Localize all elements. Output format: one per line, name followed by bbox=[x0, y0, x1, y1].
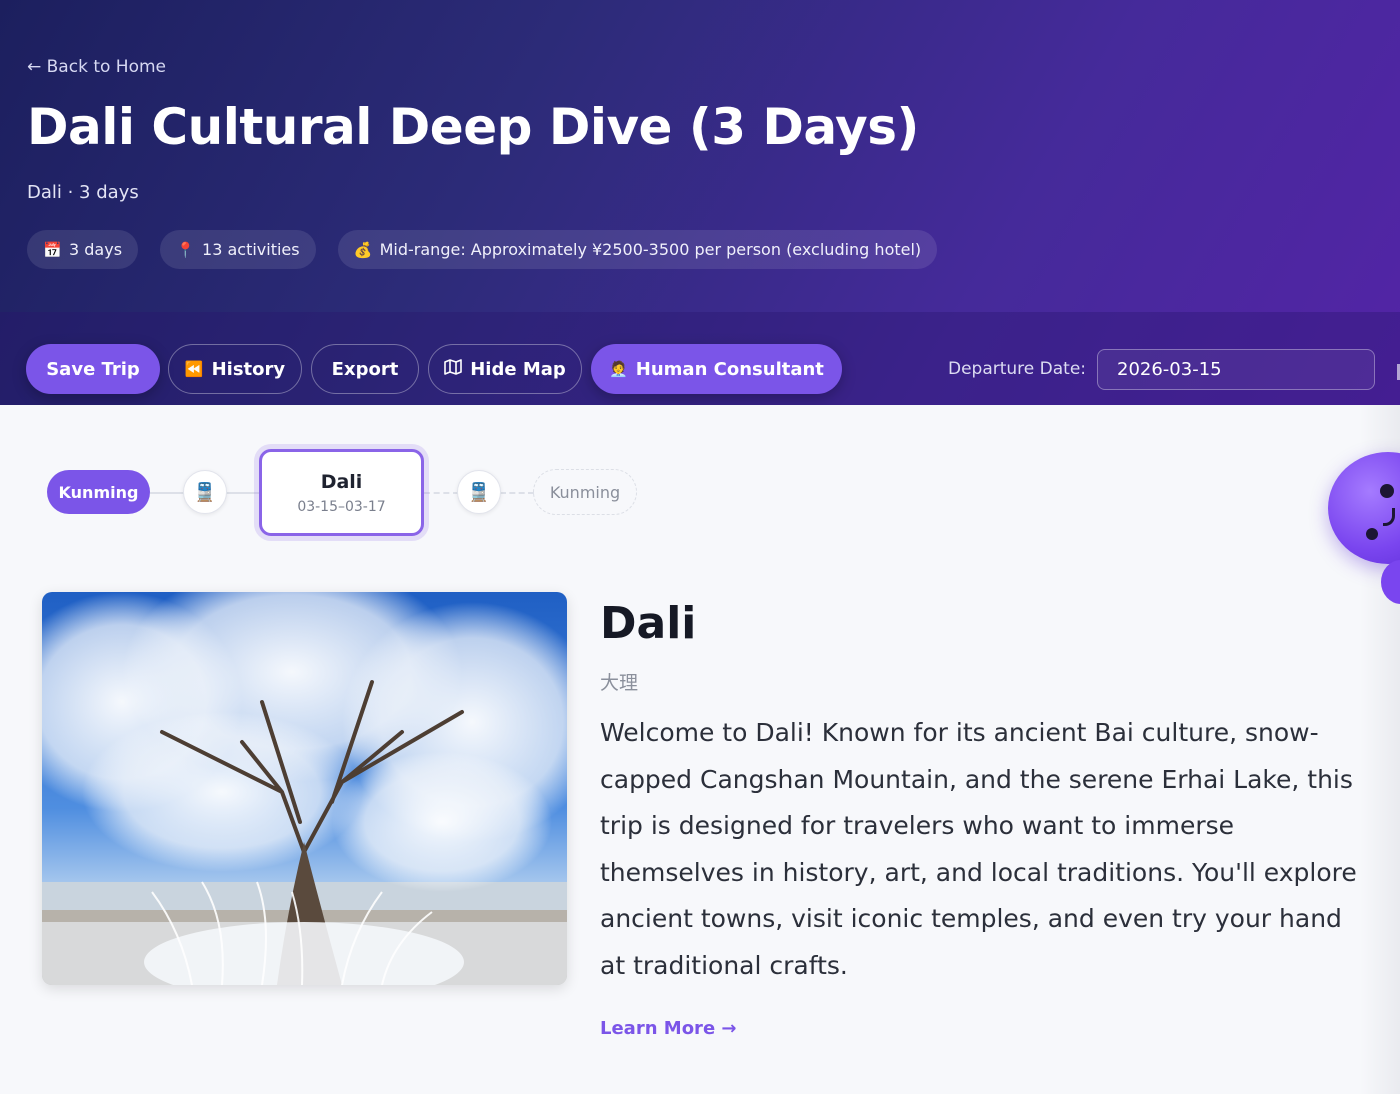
money-bag-icon: 💰 bbox=[353, 240, 373, 259]
hide-map-label: Hide Map bbox=[470, 358, 566, 380]
mascot-mouth bbox=[1383, 508, 1395, 526]
departure-date-value: 2026-03-15 bbox=[1117, 359, 1222, 380]
transit-button[interactable]: 🚆 bbox=[183, 470, 227, 514]
history-label: History bbox=[211, 358, 286, 380]
mascot-eye bbox=[1380, 484, 1394, 498]
back-link-label: ← Back to Home bbox=[27, 57, 166, 77]
export-button[interactable]: Export bbox=[311, 344, 419, 394]
route-stop-current[interactable]: Dali 03-15–03-17 bbox=[259, 449, 424, 536]
history-button[interactable]: ⏪ History bbox=[168, 344, 302, 394]
route-stop-end-label: Kunming bbox=[549, 482, 621, 502]
destination-photo bbox=[42, 592, 567, 985]
route-connector bbox=[150, 492, 185, 494]
back-to-home-link[interactable]: ← Back to Home bbox=[27, 57, 166, 77]
route-stop-start-label: Kunming bbox=[58, 482, 139, 502]
destination-name: Dali bbox=[600, 598, 697, 649]
route-stop-start[interactable]: Kunming bbox=[47, 470, 150, 514]
human-consultant-label: Human Consultant bbox=[635, 358, 824, 380]
rewind-icon: ⏪ bbox=[184, 360, 204, 378]
trip-header: ← Back to Home Dali Cultural Deep Dive (… bbox=[0, 0, 1400, 405]
route-connector bbox=[226, 492, 261, 494]
page-title: Dali Cultural Deep Dive (3 Days) bbox=[27, 98, 919, 156]
departure-date-label: Departure Date: bbox=[948, 359, 1087, 379]
route-connector bbox=[424, 492, 459, 494]
calendar-icon: 📅 bbox=[43, 240, 62, 259]
trip-toolbar: Save Trip ⏪ History Export Hide Map 🧑‍💼 … bbox=[0, 312, 1400, 405]
activities-chip: 📍 13 activities bbox=[160, 230, 316, 269]
mascot-tail bbox=[1381, 560, 1400, 604]
hide-map-button[interactable]: Hide Map bbox=[428, 344, 582, 394]
destination-native-name: 大理 bbox=[600, 672, 639, 694]
save-trip-button[interactable]: Save Trip bbox=[26, 344, 160, 394]
destination-description: Welcome to Dali! Known for its ancient B… bbox=[600, 718, 1357, 980]
route-connector bbox=[500, 492, 534, 494]
budget-chip-label: Mid-range: Approximately ¥2500-3500 per … bbox=[379, 240, 922, 259]
train-icon: 🚆 bbox=[467, 481, 491, 503]
route-stop-current-name: Dali bbox=[320, 470, 363, 493]
trip-subtitle: Dali · 3 days bbox=[27, 182, 139, 203]
train-icon: 🚆 bbox=[193, 481, 217, 503]
human-consultant-button[interactable]: 🧑‍💼 Human Consultant bbox=[591, 344, 842, 394]
budget-chip: 💰 Mid-range: Approximately ¥2500-3500 pe… bbox=[337, 230, 938, 269]
save-trip-label: Save Trip bbox=[46, 358, 140, 380]
departure-date-input[interactable]: 2026-03-15 bbox=[1097, 349, 1375, 390]
export-label: Export bbox=[331, 358, 399, 380]
duration-chip: 📅 3 days bbox=[27, 230, 139, 269]
route-stop-current-dates: 03-15–03-17 bbox=[297, 498, 386, 515]
activities-chip-label: 13 activities bbox=[202, 240, 300, 259]
learn-more-link[interactable]: Learn More → bbox=[600, 1018, 737, 1039]
trip-header-info: ← Back to Home Dali Cultural Deep Dive (… bbox=[0, 0, 1400, 312]
trip-summary-chips: 📅 3 days 📍 13 activities 💰 Mid-range: Ap… bbox=[27, 230, 938, 269]
route-stop-end[interactable]: Kunming bbox=[533, 469, 637, 515]
route-timeline: Kunming 🚆 Dali 03-15–03-17 🚆 Kunming bbox=[0, 405, 1400, 565]
map-icon bbox=[444, 359, 463, 379]
consultant-icon: 🧑‍💼 bbox=[609, 360, 628, 378]
pin-icon: 📍 bbox=[176, 240, 195, 259]
transit-button[interactable]: 🚆 bbox=[457, 470, 501, 514]
mascot-eye bbox=[1366, 528, 1378, 540]
duration-chip-label: 3 days bbox=[69, 240, 123, 259]
